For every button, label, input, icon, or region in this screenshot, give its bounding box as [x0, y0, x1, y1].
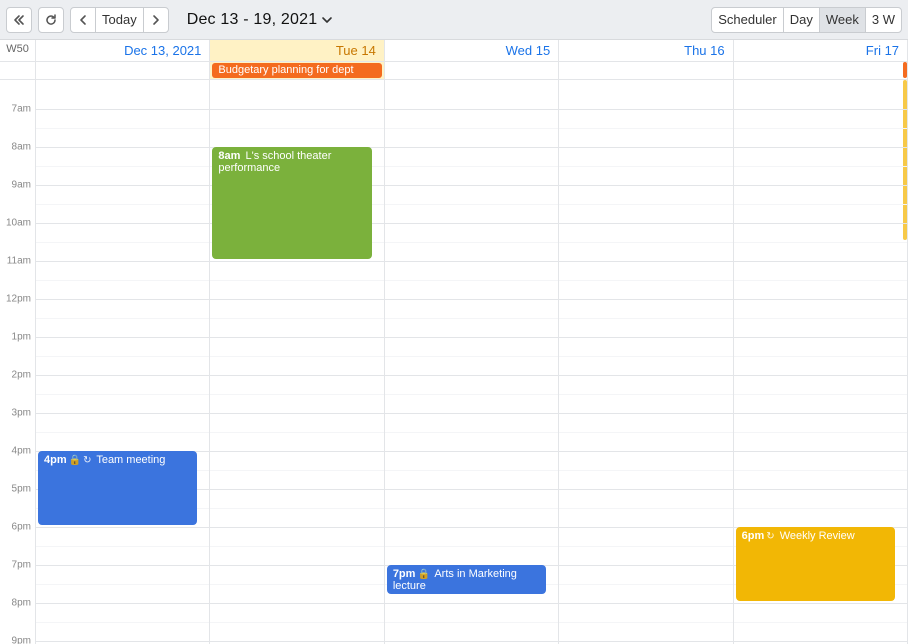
event-time: 6pm [742, 530, 765, 542]
allday-thu[interactable] [559, 62, 733, 79]
hour-tick: 10am [6, 217, 31, 228]
day-col-wed[interactable]: 7pm🔒 Arts in Marketing lecture [385, 80, 559, 644]
week-number: W50 [0, 40, 36, 61]
event-title: Team meeting [93, 454, 165, 466]
allday-row: Budgetary planning for dept [0, 62, 908, 80]
allday-wed[interactable] [385, 62, 559, 79]
day-header-mon[interactable]: Dec 13, 2021 [36, 40, 210, 61]
allday-tue[interactable]: Budgetary planning for dept [210, 62, 384, 79]
allday-event-overflow[interactable] [903, 62, 907, 78]
hour-tick: 6pm [12, 521, 31, 532]
lock-icon: 🔒 [69, 455, 81, 466]
event-overflow-sliver[interactable] [903, 80, 907, 240]
hour-tick: 9pm [12, 635, 31, 644]
day-col-tue[interactable]: 8am L's school theater performance [210, 80, 384, 644]
view-switcher: Scheduler Day Week 3 W [711, 7, 902, 33]
recurring-icon: ↻ [766, 531, 774, 542]
hour-tick: 7am [12, 103, 31, 114]
refresh-icon[interactable] [38, 7, 64, 33]
hour-tick: 8am [12, 141, 31, 152]
view-3week-button[interactable]: 3 W [865, 7, 902, 33]
hour-tick: 8pm [12, 597, 31, 608]
hour-tick: 1pm [12, 331, 31, 342]
date-range-label: Dec 13 - 19, 2021 [187, 11, 318, 29]
calendar: W50 Dec 13, 2021 Tue 14 Wed 15 Thu 16 Fr… [0, 40, 908, 644]
event-arts-marketing[interactable]: 7pm🔒 Arts in Marketing lecture [387, 565, 546, 595]
hour-tick: 4pm [12, 445, 31, 456]
hour-tick: 11am [7, 255, 31, 266]
hour-tick: 2pm [12, 369, 31, 380]
date-range-picker[interactable]: Dec 13 - 19, 2021 [187, 11, 334, 29]
day-col-fri[interactable]: 6pm↻ Weekly Review [734, 80, 908, 644]
day-col-mon[interactable]: 4pm🔒↻ Team meeting [36, 80, 210, 644]
view-day-button[interactable]: Day [783, 7, 820, 33]
event-school-theater[interactable]: 8am L's school theater performance [212, 147, 371, 259]
event-time: 8am [218, 150, 240, 162]
day-header-wed[interactable]: Wed 15 [385, 40, 559, 61]
date-nav-group: Today [70, 7, 169, 33]
prev-week-button[interactable] [70, 7, 96, 33]
event-title: Weekly Review [777, 530, 855, 542]
hour-tick: 9am [12, 179, 31, 190]
chevron-down-icon [321, 14, 333, 26]
day-col-thu[interactable] [559, 80, 733, 644]
event-time: 7pm [393, 568, 416, 580]
hour-tick: 7pm [12, 559, 31, 570]
collapse-left-icon[interactable] [6, 7, 32, 33]
day-header-row: W50 Dec 13, 2021 Tue 14 Wed 15 Thu 16 Fr… [0, 40, 908, 62]
allday-event[interactable]: Budgetary planning for dept [212, 63, 381, 78]
event-time: 4pm [44, 454, 67, 466]
hour-tick: 5pm [12, 483, 31, 494]
toolbar: Today Dec 13 - 19, 2021 Scheduler Day We… [0, 0, 908, 40]
lock-icon: 🔒 [417, 569, 429, 580]
allday-mon[interactable] [36, 62, 210, 79]
event-team-meeting[interactable]: 4pm🔒↻ Team meeting [38, 451, 197, 525]
day-columns: 4pm🔒↻ Team meeting 8am L's school theate… [36, 80, 908, 644]
today-button[interactable]: Today [95, 7, 144, 33]
hour-tick: 12pm [6, 293, 31, 304]
next-week-button[interactable] [143, 7, 169, 33]
view-scheduler-button[interactable]: Scheduler [711, 7, 784, 33]
time-grid: 7am 8am 9am 10am 11am 12pm 1pm 2pm 3pm 4pm 5pm 6pm 7… [0, 80, 908, 644]
time-gutter: 7am 8am 9am 10am 11am 12pm 1pm 2pm 3pm 4pm 5pm 6pm 7… [0, 80, 36, 644]
day-header-thu[interactable]: Thu 16 [559, 40, 733, 61]
day-header-fri[interactable]: Fri 17 [734, 40, 908, 61]
event-weekly-review[interactable]: 6pm↻ Weekly Review [736, 527, 895, 601]
allday-fri[interactable] [734, 62, 908, 79]
day-header-tue[interactable]: Tue 14 [210, 40, 384, 61]
recurring-icon: ↻ [83, 455, 91, 466]
hour-tick: 3pm [12, 407, 31, 418]
view-week-button[interactable]: Week [819, 7, 866, 33]
